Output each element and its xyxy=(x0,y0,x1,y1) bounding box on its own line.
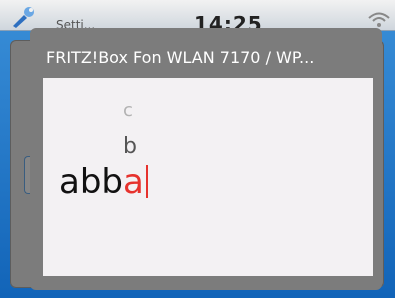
status-bar: Setti... 14:25 xyxy=(0,0,395,36)
entry-confirmed-text: abb xyxy=(59,162,123,202)
entry-text-line[interactable]: abba xyxy=(59,162,148,202)
wifi-icon xyxy=(368,12,390,27)
character-option-upper[interactable]: c xyxy=(123,100,133,121)
character-option-lower[interactable]: b xyxy=(123,134,137,159)
text-entry-area[interactable]: c b abba xyxy=(43,78,373,276)
entry-current-character: a xyxy=(123,162,144,202)
text-entry-dialog: FRITZ!Box Fon WLAN 7170 / WP... c b abba xyxy=(30,28,382,290)
text-caret xyxy=(145,165,148,198)
dialog-title: FRITZ!Box Fon WLAN 7170 / WP... xyxy=(46,48,315,67)
wrench-icon xyxy=(13,7,34,28)
